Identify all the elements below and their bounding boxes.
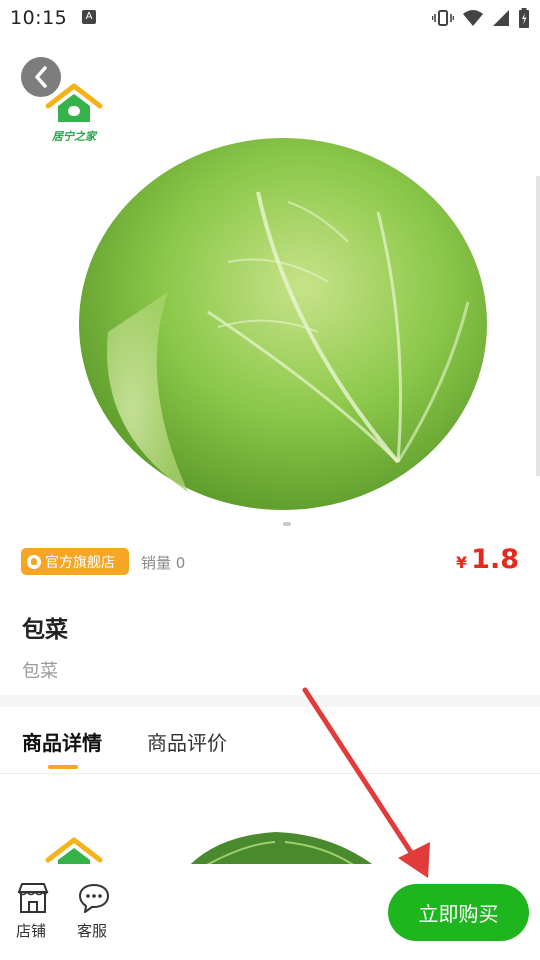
currency-symbol: ¥ — [456, 553, 468, 572]
store-label: 店铺 — [15, 922, 46, 940]
cabbage-image — [79, 138, 487, 510]
store-button[interactable]: 店铺 — [11, 882, 51, 940]
customer-service-button[interactable]: 客服 — [72, 882, 112, 940]
vibrate-icon — [432, 10, 454, 26]
product-detail-content — [0, 774, 540, 864]
section-divider — [0, 695, 540, 707]
product-title: 包菜 — [22, 617, 68, 643]
official-store-badge: 官方旗舰店 — [21, 548, 129, 575]
status-icons — [432, 8, 530, 28]
detail-logo-icon — [45, 837, 103, 864]
house-logo-icon — [45, 83, 103, 122]
status-time: 10:15 — [10, 7, 68, 29]
chat-bubble-icon — [78, 884, 109, 913]
scrollbar[interactable] — [536, 176, 540, 476]
detail-cabbage-image — [190, 832, 373, 864]
badge-ribbon-icon — [27, 554, 41, 569]
carousel-indicator — [283, 522, 291, 526]
sales-count: 销量 0 — [141, 554, 186, 572]
signal-icon — [493, 10, 509, 26]
product-subtitle: 包菜 — [22, 661, 58, 682]
logo-text: 居宁之家 — [52, 130, 96, 143]
battery-icon — [519, 8, 529, 28]
storefront-icon — [17, 883, 48, 913]
bottom-action-bar: 店铺 客服 立即购买 — [0, 864, 540, 960]
buy-now-button[interactable]: 立即购买 — [388, 884, 529, 941]
status-bar: 10:15 A — [0, 0, 540, 36]
keyboard-indicator-icon: A — [82, 10, 96, 24]
tab-product-details[interactable]: 商品详情 — [22, 727, 102, 756]
price-value: 1.8 — [471, 544, 519, 575]
service-label: 客服 — [76, 922, 107, 940]
active-tab-indicator — [48, 765, 78, 769]
wifi-icon — [463, 10, 483, 26]
store-logo: 居宁之家 — [42, 82, 106, 144]
product-price: ¥1.8 — [456, 544, 519, 575]
badge-label: 官方旗舰店 — [45, 554, 115, 571]
tab-product-reviews[interactable]: 商品评价 — [147, 727, 227, 756]
detail-tabs: 商品详情 商品评价 — [0, 707, 540, 774]
